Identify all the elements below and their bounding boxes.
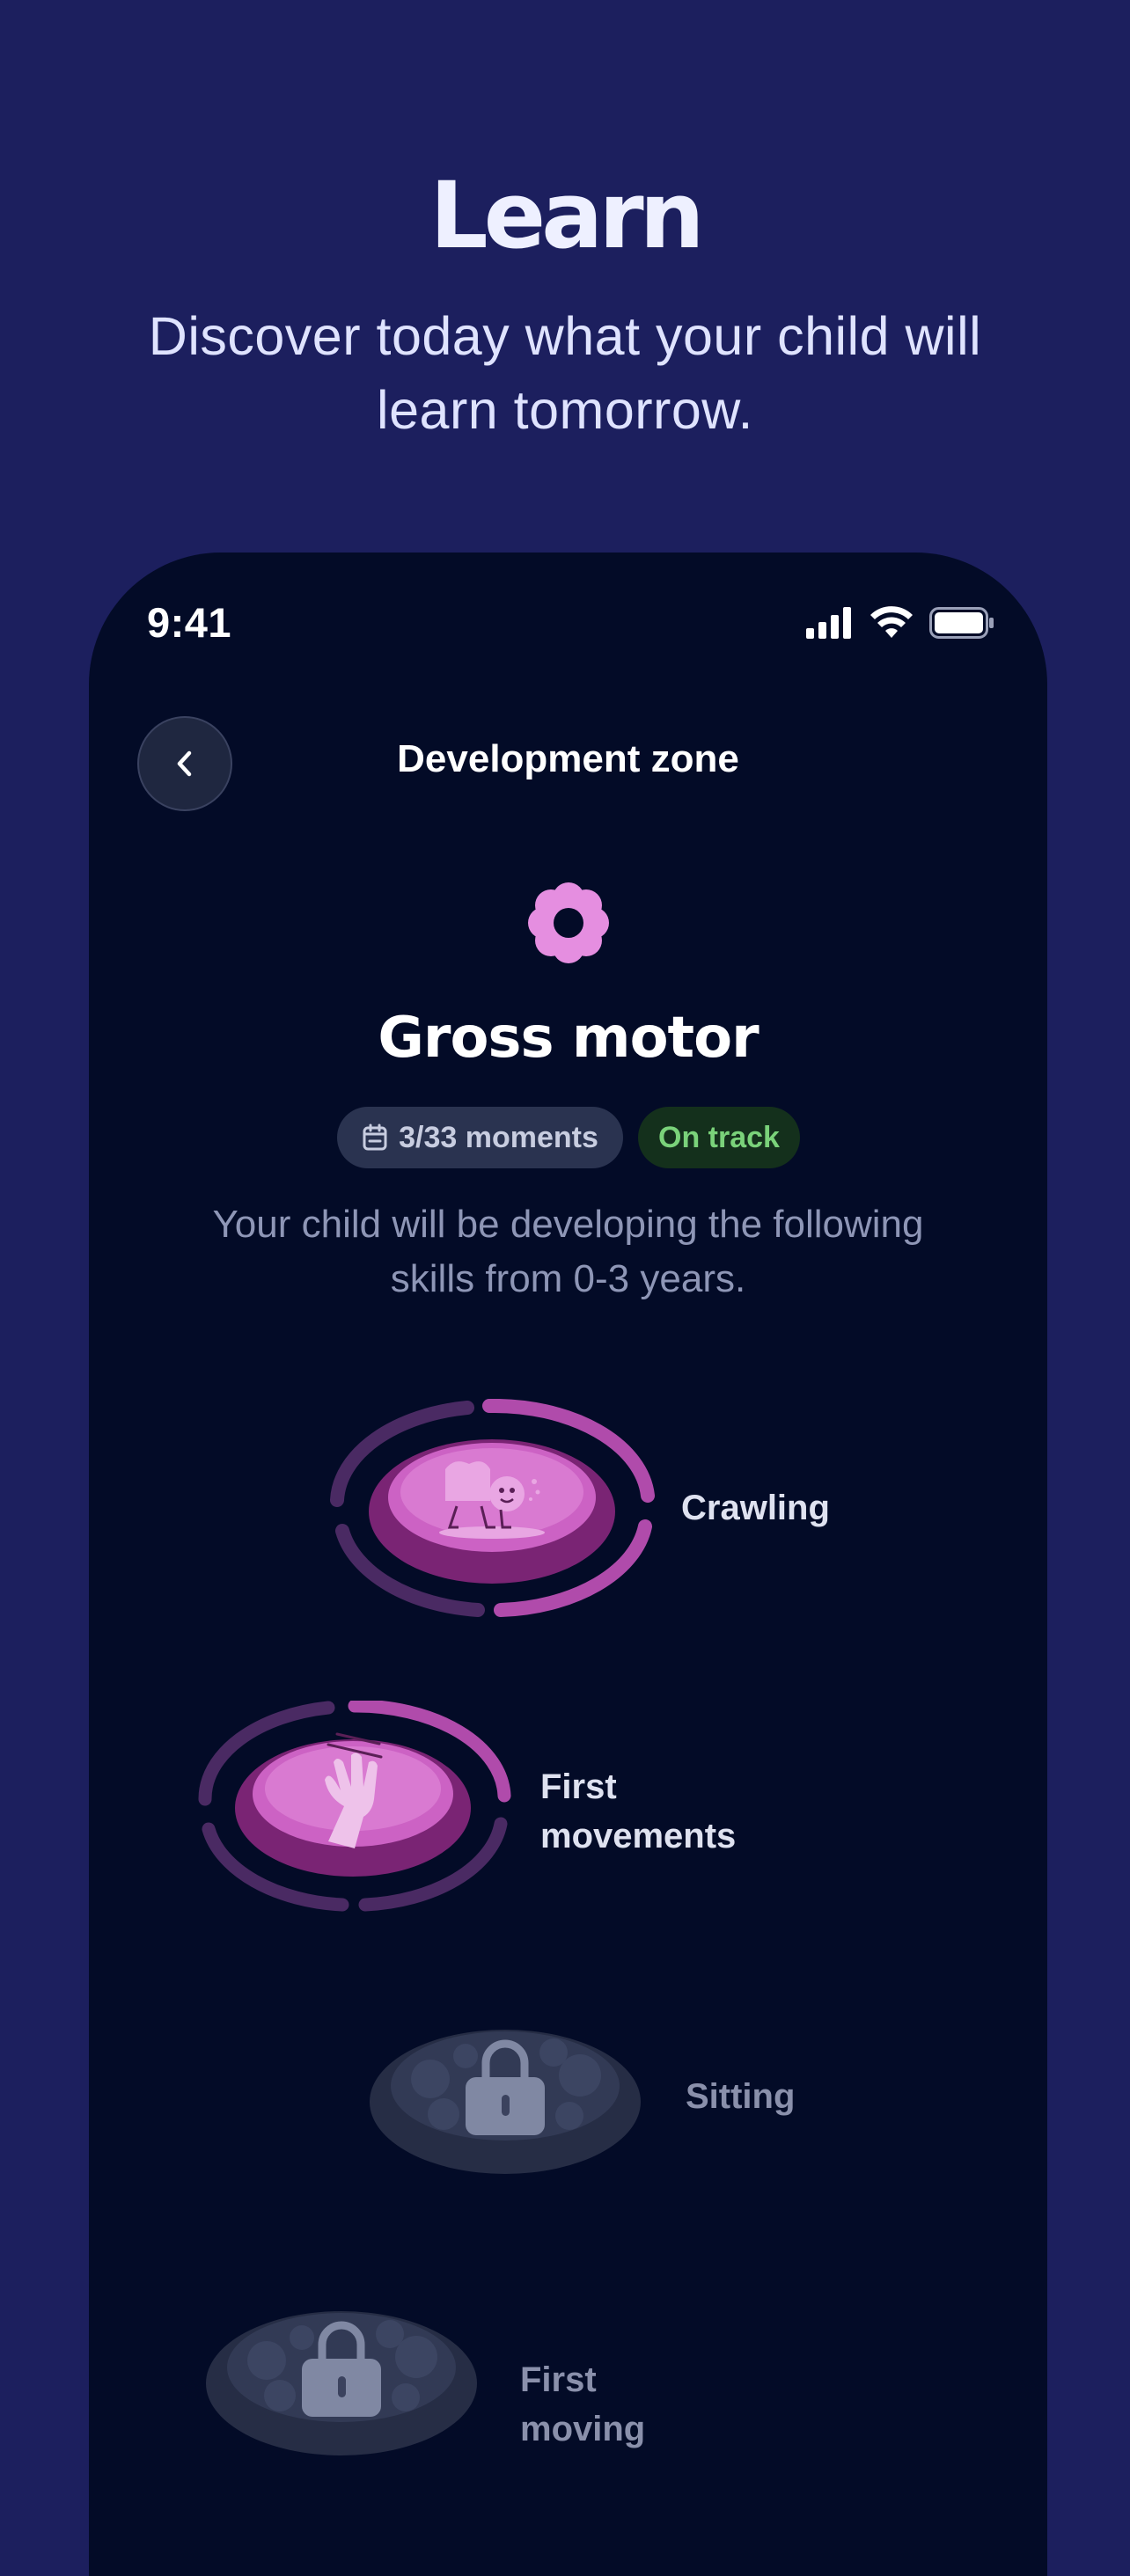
skill-label: First moving	[520, 2360, 646, 2448]
signal-icon	[806, 607, 851, 639]
skill-first-movements[interactable]: First movements	[196, 1701, 768, 1912]
skill-label-line1: First	[540, 1767, 617, 1806]
skill-button[interactable]	[327, 1399, 661, 1619]
skill-button-locked[interactable]	[369, 2017, 642, 2176]
skill-label-line2: movements	[540, 1817, 737, 1855]
skill-button[interactable]	[196, 1701, 513, 1912]
skill-button-locked[interactable]	[205, 2299, 478, 2457]
zone-description: Your child will be developing the follow…	[212, 1203, 924, 1300]
zone-title: Gross motor	[378, 1006, 759, 1071]
status-icons	[806, 605, 994, 640]
calendar-icon	[363, 1123, 387, 1151]
phone-screen: 9:41 Development zone Gross motor 3/33 m…	[89, 553, 1047, 2576]
skill-label: Crawling	[681, 1489, 830, 1527]
battery-icon	[929, 607, 994, 639]
page-subtitle: Discover today what your child will lear…	[148, 306, 982, 440]
skill-sitting[interactable]: Sitting	[369, 2017, 862, 2176]
skill-first-moving[interactable]: First moving	[205, 2299, 698, 2457]
skill-label: Sitting	[686, 2077, 796, 2116]
skill-crawling[interactable]: Crawling	[327, 1399, 943, 1619]
moments-badge: 3/33 moments	[337, 1107, 623, 1168]
nav-title: Development zone	[397, 737, 739, 780]
status-time: 9:41	[147, 599, 232, 646]
status-badge: On track	[638, 1107, 800, 1168]
wifi-icon	[870, 606, 913, 638]
moments-count: 3/33 moments	[399, 1120, 598, 1154]
page-title: Learn	[429, 162, 704, 269]
flower-icon	[528, 882, 609, 963]
